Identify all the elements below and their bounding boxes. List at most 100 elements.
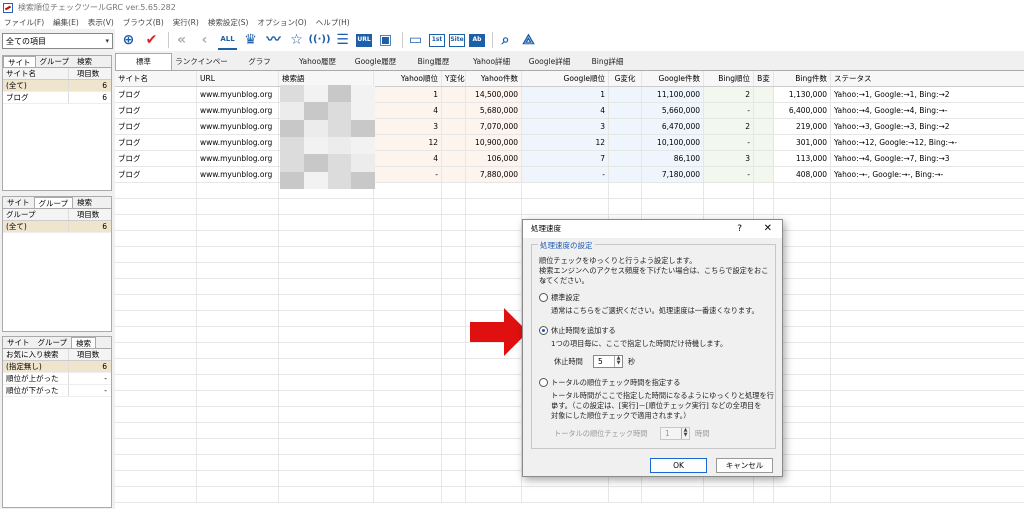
empty-cell: [279, 455, 374, 470]
intro-text-1: 順位チェックをゆっくりと行うよう設定します。: [539, 256, 697, 265]
menu-options[interactable]: オプション(O): [257, 17, 306, 28]
tab-bing-detail[interactable]: Bing詳細: [579, 55, 636, 70]
ok-button[interactable]: OK: [650, 458, 707, 473]
header-group[interactable]: グループ: [3, 209, 69, 220]
empty-cell: [642, 199, 704, 214]
table-row[interactable]: ブログ www.myunblog.org 3 7,070,000 3 6,470,000 2…: [115, 119, 1024, 135]
list-item[interactable]: 順位が上がった -: [3, 373, 111, 385]
list-item[interactable]: ブログ 6: [3, 92, 111, 104]
list-item[interactable]: (指定無し) 6: [3, 361, 111, 373]
header-count[interactable]: 項目数: [69, 209, 111, 220]
col-url[interactable]: URL: [197, 71, 279, 86]
tab-group[interactable]: グループ: [34, 337, 72, 348]
spin-arrows-icon[interactable]: ▲ ▼: [681, 428, 689, 439]
total-time-stepper[interactable]: 1 ▲ ▼: [660, 427, 690, 440]
table-row[interactable]: ブログ www.myunblog.org -7,880,000-7,180,000-…: [115, 167, 1024, 183]
col-site-name[interactable]: サイト名: [115, 71, 197, 86]
cancel-button[interactable]: キャンセル: [716, 458, 773, 473]
col-yahoo-change[interactable]: Y変化: [442, 71, 466, 86]
first-icon[interactable]: «: [172, 31, 191, 50]
network-icon[interactable]: ⟁: [519, 31, 538, 50]
signal-icon[interactable]: ((·)): [308, 31, 330, 50]
col-yahoo-rank[interactable]: Yahoo順位: [374, 71, 442, 86]
col-google-rank[interactable]: Google順位: [522, 71, 609, 86]
tab-bing-history[interactable]: Bing履歴: [405, 55, 462, 70]
col-bing-count[interactable]: Bing件数: [774, 71, 831, 86]
filter-combo[interactable]: 全ての項目 ▾: [2, 33, 113, 49]
tab-standard[interactable]: 標準: [115, 53, 172, 70]
menu-help[interactable]: ヘルプ(H): [316, 17, 350, 28]
table-row[interactable]: ブログ www.myunblog.org 4 5,680,000 4 5,660,000-…: [115, 103, 1024, 119]
tab-rank-in-page[interactable]: ランクインページ: [173, 55, 230, 80]
tab-site[interactable]: サイト: [3, 337, 34, 348]
favorite-panel-tabs: サイト グループ 検索: [3, 337, 111, 349]
star-icon[interactable]: ☆: [287, 31, 306, 50]
ab-icon[interactable]: Ab: [469, 33, 485, 47]
menu-file[interactable]: ファイル(F): [4, 17, 44, 28]
header-count[interactable]: 項目数: [69, 68, 111, 79]
col-google-count[interactable]: Google件数: [642, 71, 704, 86]
radio-add-pause[interactable]: [539, 326, 548, 335]
tab-group[interactable]: グループ: [33, 197, 74, 208]
crown-icon[interactable]: ♛: [241, 31, 260, 50]
tab-group[interactable]: グループ: [36, 56, 74, 67]
tab-google-detail[interactable]: Google詳細: [521, 55, 578, 70]
menu-run[interactable]: 実行(R): [173, 17, 199, 28]
col-bing-rank[interactable]: Bing順位: [704, 71, 754, 86]
radio-add-pause-label[interactable]: 休止時間を追加する: [551, 326, 616, 336]
radio-standard-label[interactable]: 標準設定: [551, 293, 580, 303]
help-icon[interactable]: ?: [737, 220, 742, 238]
close-icon[interactable]: ✕: [764, 220, 772, 238]
menu-view[interactable]: 表示(V): [88, 17, 114, 28]
col-bing-change[interactable]: B変: [754, 71, 774, 86]
tab-yahoo-detail[interactable]: Yahoo詳細: [463, 55, 520, 70]
tab-search[interactable]: 検索: [71, 337, 97, 348]
zoom-icon[interactable]: ⌕: [496, 31, 515, 50]
header-favorite-search[interactable]: お気に入り検索: [3, 349, 69, 360]
pause-time-stepper[interactable]: 5 ▲ ▼: [593, 355, 623, 368]
table-row[interactable]: ブログ www.myunblog.org 12 10,900,000 12 10,100,…: [115, 135, 1024, 151]
url-icon[interactable]: URL: [356, 33, 372, 47]
site-icon[interactable]: Site: [449, 33, 465, 47]
tab-site[interactable]: サイト: [3, 197, 34, 208]
list-item[interactable]: 順位が下がった -: [3, 385, 111, 397]
menu-edit[interactable]: 編集(E): [53, 17, 79, 28]
col-keyword[interactable]: 検索語: [279, 71, 374, 86]
all-icon[interactable]: ALL: [218, 31, 237, 50]
header-count[interactable]: 項目数: [69, 349, 111, 360]
table-row[interactable]: ブログ www.myunblog.org 4 106,000 7 86,100 3 113,0…: [115, 151, 1024, 167]
window-icon[interactable]: ▭: [406, 31, 425, 50]
tab-yahoo-history[interactable]: Yahoo履歴: [289, 55, 346, 70]
cell-site: ブログ: [115, 167, 197, 182]
check-icon[interactable]: ✔: [142, 31, 161, 50]
back-icon[interactable]: ‹: [195, 31, 214, 50]
list-item[interactable]: (全て) 6: [3, 80, 111, 92]
col-yahoo-count[interactable]: Yahoo件数: [466, 71, 522, 86]
lock-icon[interactable]: ▣: [376, 31, 395, 50]
spin-arrows-icon[interactable]: ▲ ▼: [614, 356, 622, 367]
empty-cell: [197, 231, 279, 246]
tab-search[interactable]: 検索: [73, 56, 96, 67]
table-row[interactable]: ブログ www.myunblog.org 1 14,500,000 1 11,100,00…: [115, 87, 1024, 103]
red-arrow-annotation: [470, 308, 528, 356]
tab-search[interactable]: 検索: [73, 197, 96, 208]
col-google-change[interactable]: G変化: [609, 71, 642, 86]
list-icon[interactable]: ☰: [333, 31, 352, 50]
header-site-name[interactable]: サイト名: [3, 68, 69, 79]
add-icon[interactable]: ⊕: [119, 31, 138, 50]
line-chart-icon[interactable]: 〰: [264, 31, 283, 50]
empty-cell: [197, 247, 279, 262]
chevron-down-icon[interactable]: ▾: [105, 37, 109, 46]
url-1st-icon[interactable]: 1st: [429, 33, 445, 47]
menu-browse[interactable]: ブラウズ(B): [123, 17, 164, 28]
radio-standard[interactable]: [539, 293, 548, 302]
list-item[interactable]: (全て) 6: [3, 221, 111, 233]
tab-site[interactable]: サイト: [3, 56, 36, 67]
tab-google-history[interactable]: Google履歴: [347, 55, 404, 70]
empty-row: [115, 487, 1024, 503]
menu-search-settings[interactable]: 検索設定(S): [208, 17, 249, 28]
tab-graph[interactable]: グラフ: [231, 55, 288, 70]
radio-total-time-label[interactable]: トータルの順位チェック時間を指定する: [551, 378, 680, 388]
col-status[interactable]: ステータス: [831, 71, 1024, 86]
radio-total-time[interactable]: [539, 378, 548, 387]
